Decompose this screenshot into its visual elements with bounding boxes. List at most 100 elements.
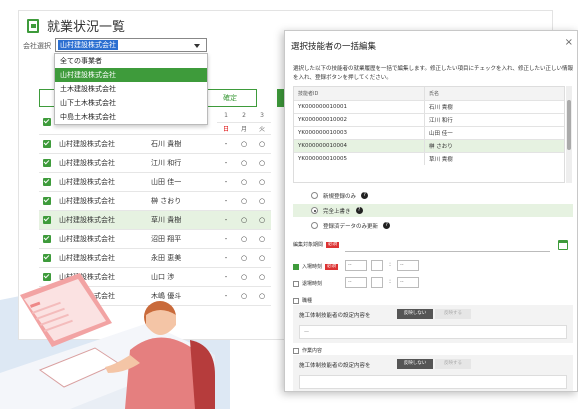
dropdown-option[interactable]: 土木建設株式会社	[55, 82, 207, 96]
row-name: 山田 佳一	[147, 172, 217, 192]
row-cell[interactable]: ○	[235, 172, 253, 192]
header-select-all[interactable]	[39, 110, 55, 135]
row-cell[interactable]: -	[217, 286, 235, 306]
header-weekday-3: 火	[253, 122, 271, 135]
radio-overwrite[interactable]: 完全上書き ?	[293, 204, 573, 217]
duty-select[interactable]: —	[299, 325, 567, 339]
row-checkbox[interactable]	[43, 234, 51, 243]
calendar-icon[interactable]	[558, 240, 568, 250]
list-header-name: 氏名	[429, 91, 440, 97]
row-cell[interactable]: ○	[253, 248, 271, 268]
row-cell[interactable]: ○	[253, 286, 271, 306]
row-cell[interactable]: -	[217, 210, 235, 230]
work-content-checkbox[interactable]	[293, 347, 299, 354]
exit-hour-select[interactable]: --	[345, 277, 367, 288]
row-name: 沼田 翔平	[147, 229, 217, 249]
row-cell[interactable]: ○	[253, 191, 271, 211]
chevron-down-icon[interactable]	[194, 44, 200, 48]
dropdown-option[interactable]: 中島土木株式会社	[55, 110, 207, 124]
row-cell[interactable]: -	[217, 248, 235, 268]
table-row[interactable]: 山村建設株式会社 江川 和行 - ○ ○	[39, 153, 271, 173]
toggle-no-reflect[interactable]: 反映しない	[397, 359, 433, 369]
row-cell[interactable]: ○	[235, 153, 253, 173]
row-cell[interactable]: ○	[235, 134, 253, 154]
row-cell[interactable]: -	[217, 267, 235, 287]
entry-time-checkbox[interactable]	[293, 263, 299, 270]
row-name: 石川 貴樹	[147, 134, 217, 154]
close-icon[interactable]: ×	[565, 37, 573, 48]
table-row[interactable]: 山村建設株式会社 沼田 翔平 - ○ ○	[39, 229, 271, 249]
row-cell[interactable]: ○	[235, 229, 253, 249]
row-cell[interactable]: ○	[235, 267, 253, 287]
list-item[interactable]: YK000000010002 江川 和行	[294, 113, 564, 126]
row-cell[interactable]: ○	[235, 286, 253, 306]
row-checkbox[interactable]	[43, 158, 51, 167]
row-checkbox[interactable]	[43, 215, 51, 224]
list-item[interactable]: YK000000010004 榊 さおり	[294, 139, 564, 152]
entry-hour-arrow[interactable]	[371, 260, 383, 271]
row-cell[interactable]: -	[217, 172, 235, 192]
document-icon	[27, 18, 39, 33]
toggle-reflect[interactable]: 反映する	[435, 309, 471, 319]
radio-button-selected[interactable]	[311, 207, 318, 214]
row-cell[interactable]: ○	[235, 191, 253, 211]
radio-button[interactable]	[311, 192, 318, 199]
exit-minute-select[interactable]: --	[397, 277, 419, 288]
table-row[interactable]: 山村建設株式会社 山田 佳一 - ○ ○	[39, 172, 271, 192]
duty-label: 職種	[293, 297, 312, 304]
row-checkbox[interactable]	[43, 139, 51, 148]
row-cell[interactable]: -	[217, 153, 235, 173]
toggle-reflect[interactable]: 反映する	[435, 359, 471, 369]
row-cell[interactable]: ○	[253, 210, 271, 230]
site-setting-label: 施工体制技能者の設定内容を	[299, 313, 371, 319]
row-cell[interactable]: ○	[253, 229, 271, 249]
table-row-highlighted[interactable]: 山村建設株式会社 草川 貴樹 - ○ ○	[39, 210, 271, 230]
row-cell[interactable]: ○	[235, 210, 253, 230]
list-item-code: YK000000010001	[294, 101, 425, 113]
entry-minute-select[interactable]: --	[397, 260, 419, 271]
work-content-input[interactable]	[299, 375, 567, 389]
entry-hour-select[interactable]: --	[345, 260, 367, 271]
help-icon[interactable]: ?	[383, 222, 391, 229]
exit-time-checkbox[interactable]	[293, 280, 299, 287]
list-header-code: 技能者ID	[294, 87, 425, 100]
required-badge: 必須	[325, 263, 339, 270]
date-range-label: 編集対象期間 必須	[293, 241, 340, 248]
company-select[interactable]: 山村建設株式会社	[55, 38, 207, 52]
duty-checkbox[interactable]	[293, 297, 299, 304]
confirm-button[interactable]: 確定	[203, 89, 257, 107]
row-checkbox[interactable]	[43, 177, 51, 186]
dropdown-option[interactable]: 山下土木株式会社	[55, 96, 207, 110]
row-cell[interactable]: ○	[235, 248, 253, 268]
exit-hour-arrow[interactable]	[371, 277, 383, 288]
help-icon[interactable]: ?	[361, 192, 369, 199]
list-scrollbar[interactable]	[566, 86, 572, 183]
row-cell[interactable]: -	[217, 191, 235, 211]
row-checkbox[interactable]	[43, 196, 51, 205]
row-cell[interactable]: ○	[253, 267, 271, 287]
dropdown-option-selected[interactable]: 山村建設株式会社	[55, 68, 207, 82]
select-all-checkbox[interactable]	[43, 117, 51, 126]
row-cell[interactable]: -	[217, 134, 235, 154]
time-colon: :	[389, 261, 392, 268]
dropdown-option[interactable]: 全ての事業者	[55, 54, 207, 68]
list-item[interactable]: YK000000010001 石川 貴樹	[294, 100, 564, 113]
list-item-name: 江川 和行	[429, 118, 453, 124]
list-header: 技能者ID 氏名	[294, 87, 564, 100]
radio-button[interactable]	[311, 222, 318, 229]
row-cell[interactable]: ○	[253, 153, 271, 173]
radio-update-only[interactable]: 登録済データのみ更新 ?	[293, 219, 573, 232]
help-icon[interactable]: ?	[355, 207, 363, 214]
list-item-code: YK000000010004	[294, 140, 425, 152]
list-item[interactable]: YK000000010005 草川 貴樹	[294, 152, 564, 165]
row-cell[interactable]: -	[217, 229, 235, 249]
table-row[interactable]: 山村建設株式会社榊 さおり - ○ ○	[39, 191, 271, 211]
toggle-no-reflect[interactable]: 反映しない	[397, 309, 433, 319]
site-setting-label: 施工体制技能者の設定内容を	[299, 363, 371, 369]
radio-new-only[interactable]: 新規登録のみ ?	[293, 189, 573, 202]
row-cell[interactable]: ○	[253, 172, 271, 192]
table-row[interactable]: 山村建設株式会社 石川 貴樹 - ○ ○	[39, 134, 271, 154]
list-item[interactable]: YK000000010003 山田 佳一	[294, 126, 564, 139]
date-range-input[interactable]	[345, 240, 550, 252]
row-cell[interactable]: ○	[253, 134, 271, 154]
